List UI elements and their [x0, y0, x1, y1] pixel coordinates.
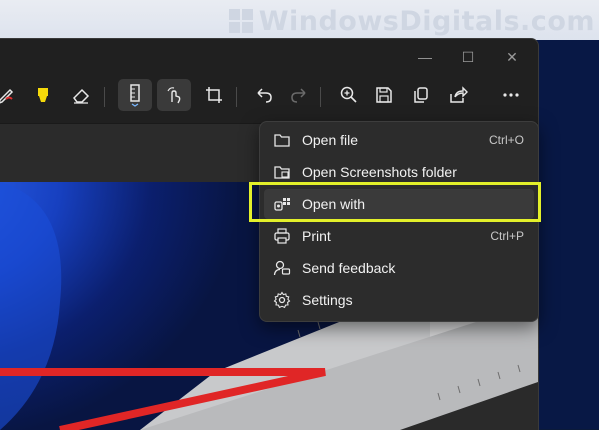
crop-button[interactable]	[197, 79, 231, 111]
highlighter-button[interactable]	[26, 79, 60, 111]
watermark: WindowsDigitals.com	[228, 4, 595, 38]
undo-icon	[257, 88, 272, 103]
eraser-icon	[73, 88, 90, 104]
menu-item-print[interactable]: Print Ctrl+P	[264, 221, 534, 251]
highlighter-icon	[38, 88, 48, 102]
ballpoint-pen-icon	[0, 88, 14, 104]
crop-icon	[206, 87, 222, 103]
toolbar-separator	[236, 87, 237, 107]
share-icon	[450, 86, 468, 103]
menu-item-label: Open Screenshots folder	[302, 164, 457, 180]
menu-item-shortcut: Ctrl+P	[490, 229, 524, 243]
watermark-text: WindowsDigitals.com	[258, 5, 595, 37]
title-bar: — ☐ ✕	[0, 39, 538, 75]
folder-icon	[272, 130, 292, 150]
menu-item-shortcut: Ctrl+O	[488, 133, 524, 147]
zoom-in-button[interactable]	[332, 79, 366, 111]
toolbar	[0, 75, 538, 115]
save-button[interactable]	[367, 79, 401, 111]
copy-icon	[414, 87, 428, 103]
maximize-button[interactable]: ☐	[453, 44, 483, 70]
toolbar-separator	[104, 87, 105, 107]
annotation-highlight-box	[249, 182, 541, 222]
menu-item-settings[interactable]: Settings	[264, 285, 534, 315]
menu-item-send-feedback[interactable]: Send feedback	[264, 253, 534, 283]
redo-button[interactable]	[282, 79, 316, 111]
touch-writing-icon	[167, 87, 181, 104]
printer-icon	[272, 226, 292, 246]
ruler-button[interactable]	[118, 79, 152, 111]
save-icon	[376, 87, 392, 103]
ruler-icon	[130, 84, 140, 107]
screenshots-folder-icon	[272, 162, 292, 182]
menu-item-label: Open file	[302, 132, 359, 148]
menu-item-open-file[interactable]: Open file Ctrl+O	[264, 125, 534, 155]
close-button[interactable]: ✕	[497, 44, 527, 70]
feedback-icon	[272, 258, 292, 278]
menu-item-label: Send feedback	[302, 260, 396, 276]
redo-icon	[291, 88, 306, 103]
undo-button[interactable]	[247, 79, 281, 111]
minimize-button[interactable]: —	[410, 44, 440, 70]
windows-logo-icon	[228, 9, 253, 33]
touch-writing-button[interactable]	[157, 79, 191, 111]
more-options-icon	[503, 93, 519, 97]
menu-item-label: Print	[302, 228, 331, 244]
gear-icon	[272, 290, 292, 310]
share-button[interactable]	[441, 79, 475, 111]
copy-button[interactable]	[404, 79, 438, 111]
more-options-button[interactable]	[494, 79, 528, 111]
zoom-in-icon	[340, 86, 357, 103]
toolbar-separator	[320, 87, 321, 107]
menu-item-label: Settings	[302, 292, 353, 308]
ballpoint-pen-button[interactable]	[0, 79, 24, 111]
eraser-button[interactable]	[64, 79, 98, 111]
